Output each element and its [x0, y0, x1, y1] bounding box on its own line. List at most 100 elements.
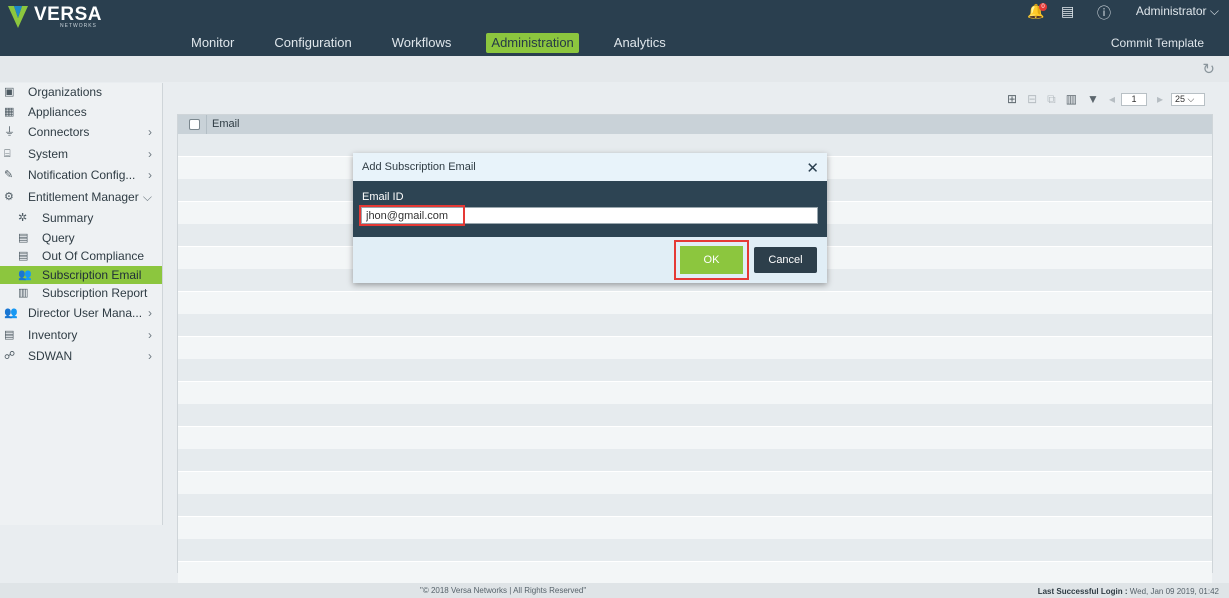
sidebar-item-subscription-report[interactable]: ▥ Subscription Report — [0, 284, 162, 302]
system-icon: ⌸ — [4, 148, 11, 160]
info-icon[interactable]: ⓘ — [1097, 3, 1111, 23]
sidebar-item-notification-config[interactable]: ✎ Notification Config... › — [0, 166, 162, 184]
network-icon: ☍ — [4, 350, 16, 362]
report-icon: ▥ — [18, 287, 29, 299]
prev-page-icon[interactable]: ◂ — [1109, 92, 1115, 106]
copyright-text: "© 2018 Versa Networks | All Rights Rese… — [420, 586, 587, 595]
table-row — [178, 539, 1212, 561]
users-icon: 👥 — [18, 269, 32, 281]
page-number-input[interactable]: 1 — [1120, 92, 1147, 106]
sidebar-item-label: Appliances — [28, 105, 87, 119]
dialog-header: Add Subscription Email ✕ — [353, 153, 827, 181]
sidebar-item-label: Director User Mana... — [28, 306, 143, 320]
sidebar-item-sdwan[interactable]: ☍ SDWAN › — [0, 347, 162, 365]
notification-config-icon: ✎ — [4, 169, 14, 181]
header-divider — [206, 115, 207, 134]
chevron-down-icon: ⌵ — [142, 190, 152, 204]
chevron-down-icon: ⌵ — [1209, 4, 1219, 18]
nav-configuration[interactable]: Configuration — [269, 33, 356, 53]
compliance-icon: ▤ — [18, 250, 29, 262]
query-icon: ▤ — [18, 232, 29, 244]
select-all-checkbox[interactable] — [189, 119, 200, 130]
last-login-label: Last Successful Login : — [1037, 587, 1128, 596]
table-row — [178, 381, 1212, 404]
sidebar-item-label: Inventory — [28, 328, 78, 342]
last-login: Last Successful Login : Wed, Jan 09 2019… — [1038, 587, 1219, 596]
sidebar-item-appliances[interactable]: ▦ Appliances — [0, 103, 162, 121]
sidebar-item-label: Subscription Report — [42, 286, 148, 300]
chevron-right-icon: › — [148, 125, 152, 139]
commit-template-link[interactable]: Commit Template — [1111, 36, 1204, 50]
sidebar-item-director-user-management[interactable]: 👥 Director User Mana... › — [0, 304, 162, 322]
user-name: Administrator — [1135, 4, 1207, 18]
document-list-icon[interactable]: ▤ — [1061, 3, 1074, 20]
last-login-value: Wed, Jan 09 2019, 01:42 — [1129, 587, 1219, 596]
close-icon[interactable]: ✕ — [806, 159, 819, 177]
remove-icon[interactable]: ⊟ — [1027, 92, 1037, 106]
sidebar-item-label: Connectors — [28, 125, 90, 139]
sidebar-item-connectors[interactable]: ⏚ Connectors › — [0, 123, 162, 141]
grid-header: Email — [178, 115, 1212, 134]
nav-administration[interactable]: Administration — [486, 33, 579, 53]
sidebar-item-entitlement-manager[interactable]: ⚙ Entitlement Manager ⌵ — [0, 188, 162, 206]
sidebar-item-inventory[interactable]: ▤ Inventory › — [0, 326, 162, 344]
main-nav: Monitor Configuration Workflows Administ… — [186, 33, 701, 53]
top-header: VERSA NETWORKS 🔔 0 ▤ ⓘ Administrator ⌵ M… — [0, 0, 1229, 56]
notification-badge: 0 — [1039, 3, 1047, 11]
sidebar-item-out-of-compliance[interactable]: ▤ Out Of Compliance — [0, 247, 162, 265]
grid-toolbar: ⊞ ⊟ ⧉ ▥ ▼ ◂ 1 ▸ 25 ⌵ — [997, 91, 1205, 107]
table-row — [178, 336, 1212, 359]
table-row — [178, 561, 1212, 584]
plug-icon: ⏚ — [4, 126, 15, 138]
sidebar-item-label: SDWAN — [28, 349, 73, 363]
sidebar-item-label: Entitlement Manager — [28, 190, 139, 204]
inventory-icon: ▤ — [4, 329, 15, 341]
add-subscription-email-dialog: Add Subscription Email ✕ Email ID OK Can… — [353, 153, 827, 283]
sidebar-item-label: System — [28, 147, 69, 161]
chevron-right-icon: › — [148, 328, 152, 342]
filter-icon[interactable]: ▼ — [1087, 92, 1099, 106]
cancel-button[interactable]: Cancel — [754, 247, 817, 273]
sidebar-item-summary[interactable]: ✲ Summary — [0, 209, 162, 227]
page-size-value: 25 — [1175, 93, 1186, 104]
table-row — [178, 314, 1212, 336]
dialog-body: Email ID — [353, 181, 827, 237]
sidebar-item-query[interactable]: ▤ Query — [0, 229, 162, 247]
sidebar-item-system[interactable]: ⌸ System › — [0, 145, 162, 163]
copy-icon[interactable]: ⧉ — [1047, 92, 1056, 107]
footer: "© 2018 Versa Networks | All Rights Rese… — [0, 583, 1229, 598]
sidebar-item-label: Subscription Email — [42, 268, 142, 282]
chevron-right-icon: › — [148, 349, 152, 363]
table-row — [178, 471, 1212, 494]
table-row — [178, 359, 1212, 381]
page-size-select[interactable]: 25 ⌵ — [1171, 92, 1205, 106]
chevron-right-icon: › — [148, 168, 152, 182]
column-header-email[interactable]: Email — [212, 118, 240, 130]
sidebar-item-organizations[interactable]: ▣ Organizations — [0, 83, 162, 101]
refresh-icon[interactable]: ↻ — [1202, 60, 1215, 78]
sidebar-item-subscription-email[interactable]: 👥 Subscription Email — [0, 266, 162, 284]
sidebar: ▣ Organizations ▦ Appliances ⏚ Connector… — [0, 83, 163, 525]
sub-toolbar: ↻ — [0, 56, 1229, 82]
sidebar-item-label: Out Of Compliance — [42, 249, 145, 263]
columns-icon[interactable]: ▥ — [1066, 92, 1077, 106]
add-icon[interactable]: ⊞ — [1007, 92, 1017, 106]
nav-analytics[interactable]: Analytics — [609, 33, 671, 53]
summary-icon: ✲ — [18, 212, 28, 224]
email-id-label: Email ID — [362, 191, 404, 203]
nav-monitor[interactable]: Monitor — [186, 33, 239, 53]
ok-button[interactable]: OK — [680, 246, 743, 274]
logo-subtext: NETWORKS — [60, 23, 97, 29]
table-row — [178, 404, 1212, 426]
chevron-right-icon: › — [148, 306, 152, 320]
organizations-icon: ▣ — [4, 86, 15, 98]
dialog-title: Add Subscription Email — [362, 161, 476, 173]
table-row — [178, 494, 1212, 516]
next-page-icon[interactable]: ▸ — [1157, 92, 1163, 106]
appliances-icon: ▦ — [4, 106, 15, 118]
user-menu[interactable]: Administrator ⌵ — [1136, 4, 1219, 19]
sidebar-item-label: Notification Config... — [28, 168, 136, 182]
email-id-input[interactable] — [361, 207, 818, 224]
sidebar-item-label: Summary — [42, 211, 94, 225]
nav-workflows[interactable]: Workflows — [387, 33, 457, 53]
